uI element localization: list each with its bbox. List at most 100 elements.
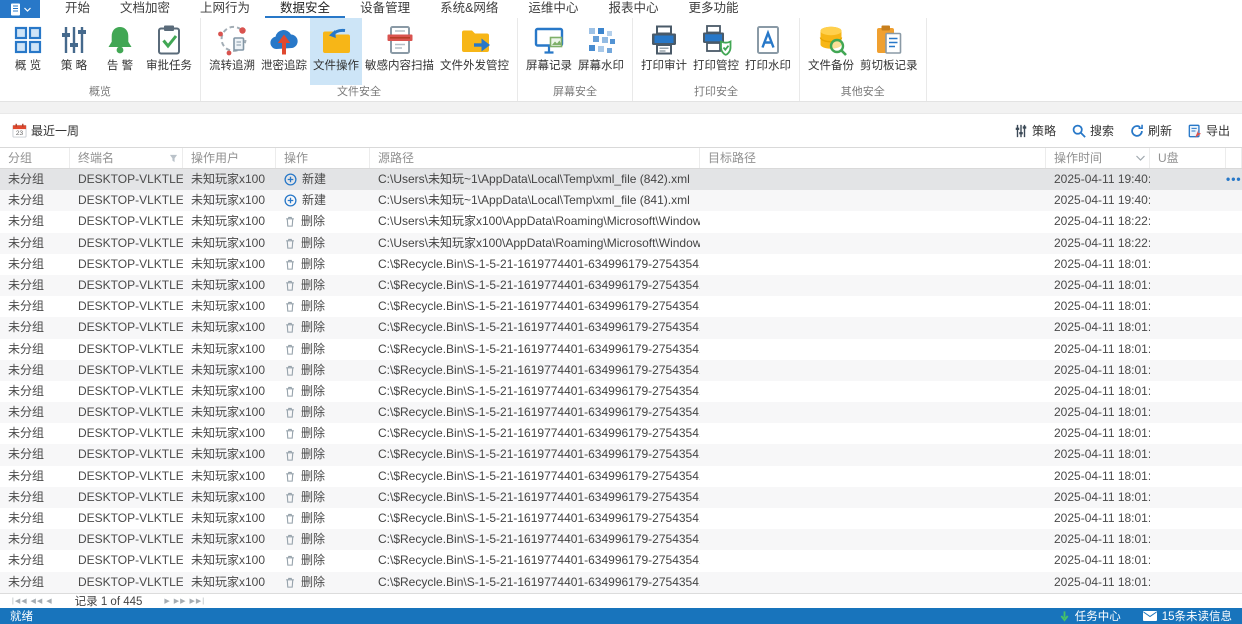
tab-系统&网络[interactable]: 系统&网络 (425, 0, 513, 18)
cell-group: 未分组 (0, 381, 70, 402)
toolbar-action-label: 刷新 (1148, 122, 1172, 139)
ribbon-button-folder-out[interactable]: 文件外发管控 (437, 18, 512, 85)
delete-icon (284, 364, 296, 377)
tab-更多功能[interactable]: 更多功能 (673, 0, 753, 18)
delete-icon (284, 279, 296, 292)
column-header-分组[interactable]: 分组 (0, 148, 70, 168)
toolbar-action-export[interactable]: 导出 (1188, 122, 1230, 139)
row-more-button[interactable]: ••• (1226, 169, 1242, 190)
table-row[interactable]: 未分组DESKTOP-VLKTLE1未知玩家x100删除C:\$Recycle.… (0, 444, 1242, 465)
ribbon-button-doc-a[interactable]: 打印水印 (742, 18, 794, 85)
column-header-终端名[interactable]: 终端名 (70, 148, 183, 168)
column-header-目标路径[interactable]: 目标路径 (700, 148, 1046, 168)
ribbon-button-db-search[interactable]: 文件备份 (805, 18, 857, 85)
cell-usb (1150, 572, 1226, 593)
ribbon-button-sliders[interactable]: 策 略 (51, 18, 97, 85)
sort-dropdown-icon[interactable] (1136, 155, 1145, 161)
ribbon-button-folder-ops[interactable]: 文件操作 (310, 18, 362, 85)
cell-filler (1226, 466, 1242, 487)
unread-messages-button[interactable]: 15条未读信息 (1143, 608, 1232, 624)
cell-terminal: DESKTOP-VLKTLE1 (70, 423, 183, 444)
cell-filler (1226, 550, 1242, 571)
ribbon-button-label: 流转追溯 (209, 59, 255, 73)
ribbon-group: 文件备份剪切板记录其他安全 (800, 18, 927, 101)
ribbon-button-label: 打印管控 (693, 59, 739, 73)
cell-operation: 删除 (276, 360, 370, 381)
ribbon-button-cloud-leak[interactable]: 泄密追踪 (258, 18, 310, 85)
tab-上网行为[interactable]: 上网行为 (185, 0, 265, 18)
date-range-filter[interactable]: 23 最近一周 (12, 122, 79, 139)
new-icon (284, 194, 297, 207)
column-header-操作[interactable]: 操作 (276, 148, 370, 168)
cell-terminal: DESKTOP-VLKTLE1 (70, 466, 183, 487)
cell-group: 未分组 (0, 423, 70, 444)
table-row[interactable]: 未分组DESKTOP-VLKTLE1未知玩家x100删除C:\Users\未知玩… (0, 211, 1242, 232)
ribbon-button-clipboard-check[interactable]: 审批任务 (143, 18, 195, 85)
ribbon-button-printer[interactable]: 打印审计 (638, 18, 690, 85)
cell-user: 未知玩家x100 (183, 402, 276, 423)
column-header-label: 源路径 (378, 148, 414, 168)
table-row[interactable]: 未分组DESKTOP-VLKTLE1未知玩家x100删除C:\Users\未知玩… (0, 233, 1242, 254)
cell-user: 未知玩家x100 (183, 487, 276, 508)
table-row[interactable]: 未分组DESKTOP-VLKTLE1未知玩家x100删除C:\$Recycle.… (0, 550, 1242, 571)
bell-icon (104, 24, 136, 56)
cell-time: 2025-04-11 19:40:27 (1046, 190, 1150, 211)
column-header-源路径[interactable]: 源路径 (370, 148, 700, 168)
ribbon-button-clipboard-doc[interactable]: 剪切板记录 (857, 18, 921, 85)
ribbon-button-trace[interactable]: 流转追溯 (206, 18, 258, 85)
table-row[interactable]: 未分组DESKTOP-VLKTLE1未知玩家x100删除C:\$Recycle.… (0, 254, 1242, 275)
cell-source-path: C:\$Recycle.Bin\S-1-5-21-1619774401-6349… (370, 529, 700, 550)
table-row[interactable]: 未分组DESKTOP-VLKTLE1未知玩家x100删除C:\$Recycle.… (0, 296, 1242, 317)
cell-terminal: DESKTOP-VLKTLE1 (70, 508, 183, 529)
tab-数据安全[interactable]: 数据安全 (265, 0, 345, 18)
status-bar: 就绪 任务中心 15条未读信息 (0, 608, 1242, 624)
tab-运维中心[interactable]: 运维中心 (513, 0, 593, 18)
table-row[interactable]: 未分组DESKTOP-VLKTLE1未知玩家x100删除C:\$Recycle.… (0, 572, 1242, 593)
toolbar-action-search[interactable]: 搜索 (1072, 122, 1114, 139)
task-center-button[interactable]: 任务中心 (1059, 608, 1121, 624)
table-row[interactable]: 未分组DESKTOP-VLKTLE1未知玩家x100删除C:\$Recycle.… (0, 508, 1242, 529)
cell-target-path (700, 339, 1046, 360)
table-row[interactable]: 未分组DESKTOP-VLKTLE1未知玩家x100删除C:\$Recycle.… (0, 339, 1242, 360)
cell-group: 未分组 (0, 233, 70, 254)
app-menu-button[interactable] (0, 0, 40, 18)
column-header-操作用户[interactable]: 操作用户 (183, 148, 276, 168)
cell-group: 未分组 (0, 572, 70, 593)
pager-first-prev-buttons[interactable]: |◀◀ ◀◀ ◀ (12, 597, 53, 605)
table-row[interactable]: 未分组DESKTOP-VLKTLE1未知玩家x100删除C:\$Recycle.… (0, 317, 1242, 338)
table-row[interactable]: 未分组DESKTOP-VLKTLE1未知玩家x100删除C:\$Recycle.… (0, 275, 1242, 296)
ribbon-button-printer-shield[interactable]: 打印管控 (690, 18, 742, 85)
table-row[interactable]: 未分组DESKTOP-VLKTLE1未知玩家x100删除C:\$Recycle.… (0, 487, 1242, 508)
tab-开始[interactable]: 开始 (50, 0, 105, 18)
table-row[interactable]: 未分组DESKTOP-VLKTLE1未知玩家x100删除C:\$Recycle.… (0, 529, 1242, 550)
column-header-U盘[interactable]: U盘 (1150, 148, 1226, 168)
table-row[interactable]: 未分组DESKTOP-VLKTLE1未知玩家x100删除C:\$Recycle.… (0, 381, 1242, 402)
table-row[interactable]: 未分组DESKTOP-VLKTLE1未知玩家x100删除C:\$Recycle.… (0, 423, 1242, 444)
cell-operation: 删除 (276, 423, 370, 444)
tab-报表中心[interactable]: 报表中心 (593, 0, 673, 18)
cell-operation: 删除 (276, 550, 370, 571)
toolbar-action-sliders-sm[interactable]: 策略 (1014, 122, 1056, 139)
tab-文档加密[interactable]: 文档加密 (105, 0, 185, 18)
ribbon-button-screen-watermark[interactable]: 屏幕水印 (575, 18, 627, 85)
table-row[interactable]: 未分组DESKTOP-VLKTLE1未知玩家x100新建C:\Users\未知玩… (0, 190, 1242, 211)
ribbon-button-bell[interactable]: 告 警 (97, 18, 143, 85)
ribbon-button-screen-record[interactable]: 屏幕记录 (523, 18, 575, 85)
tab-设备管理[interactable]: 设备管理 (345, 0, 425, 18)
operation-label: 删除 (301, 211, 325, 232)
ribbon-button-doc-scan[interactable]: 敏感内容扫描 (362, 18, 437, 85)
table-row[interactable]: 未分组DESKTOP-VLKTLE1未知玩家x100新建C:\Users\未知玩… (0, 169, 1242, 190)
table-row[interactable]: 未分组DESKTOP-VLKTLE1未知玩家x100删除C:\$Recycle.… (0, 402, 1242, 423)
table-row[interactable]: 未分组DESKTOP-VLKTLE1未知玩家x100删除C:\$Recycle.… (0, 466, 1242, 487)
cell-usb (1150, 444, 1226, 465)
cell-time: 2025-04-11 18:01:38 (1046, 572, 1150, 593)
column-header-操作时间[interactable]: 操作时间 (1046, 148, 1150, 168)
ribbon-button-grid[interactable]: 概 览 (5, 18, 51, 85)
table-row[interactable]: 未分组DESKTOP-VLKTLE1未知玩家x100删除C:\$Recycle.… (0, 360, 1242, 381)
pager-next-last-buttons[interactable]: ▶ ▶▶ ▶▶| (164, 597, 205, 605)
toolbar-action-refresh[interactable]: 刷新 (1130, 122, 1172, 139)
toolbar-action-label: 搜索 (1090, 122, 1114, 139)
cell-filler (1226, 360, 1242, 381)
cell-filler (1226, 402, 1242, 423)
filter-funnel-icon[interactable] (169, 154, 178, 163)
